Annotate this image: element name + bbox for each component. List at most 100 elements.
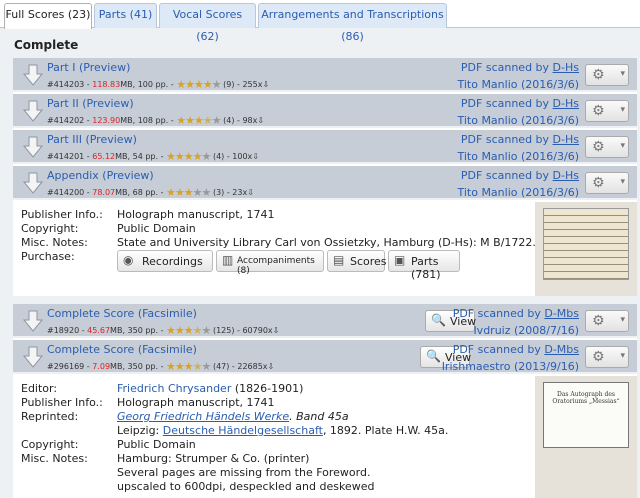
scanner-link[interactable]: D-Hs <box>553 133 579 146</box>
rating-stars[interactable]: ★★★★★ <box>176 78 221 91</box>
file-group-2: Complete Score (Facsimile) #18920 - 45.67… <box>13 304 637 498</box>
scanner-link[interactable]: D-Mbs <box>544 343 579 356</box>
download-count-icon: ⇩ <box>272 326 280 335</box>
file-title-link[interactable]: Part II (Preview) <box>47 97 134 110</box>
scan-info: PDF scanned by D-Hs Tito Manlio (2016/3/6… <box>457 97 579 127</box>
file-options-button[interactable]: ⚙ ▾ <box>585 136 629 158</box>
info-label: Misc. Notes: <box>21 452 88 465</box>
file-meta: #414202 - 123.90MB, 108 pp. - ★★★★★ (4) … <box>47 114 265 127</box>
scanner-link[interactable]: D-Hs <box>553 169 579 182</box>
info-value: Several pages are missing from the Forew… <box>117 466 371 479</box>
download-arrow-icon[interactable] <box>22 100 44 122</box>
chevron-down-icon: ▾ <box>620 177 625 187</box>
reprint-link[interactable]: Georg Friedrich Händels Werke <box>117 410 289 423</box>
file-options-button[interactable]: ⚙ ▾ <box>585 100 629 122</box>
rating-stars[interactable]: ★★★★★ <box>166 360 211 373</box>
file-options-button[interactable]: ⚙ ▾ <box>585 346 629 368</box>
scan-info: PDF scanned by D-Mbs Irishmaestro (2013/9… <box>441 343 579 373</box>
rating-stars[interactable]: ★★★★★ <box>166 186 211 199</box>
info-label: Purchase: <box>21 250 75 263</box>
file-title-link[interactable]: Part III (Preview) <box>47 133 137 146</box>
file-meta: #414201 - 65.12MB, 54 pp. - ★★★★★ (4) - … <box>47 150 259 163</box>
download-arrow-icon[interactable] <box>22 172 44 194</box>
reprint-publisher: Leipzig: Deutsche Händelgesellschaft, 18… <box>117 424 449 437</box>
file-title-link[interactable]: Complete Score (Facsimile) <box>47 343 197 356</box>
file-title-link[interactable]: Complete Score (Facsimile) <box>47 307 197 320</box>
download-arrow-icon[interactable] <box>22 310 44 332</box>
file-options-button[interactable]: ⚙ ▾ <box>585 64 629 86</box>
info-value: State and University Library Carl von Os… <box>117 236 536 249</box>
scanner-link[interactable]: D-Mbs <box>544 307 579 320</box>
gear-icon: ⚙ <box>592 175 605 191</box>
uploader-link[interactable]: Irishmaestro <box>442 360 511 373</box>
uploader-link[interactable]: Tito Manlio <box>457 114 517 127</box>
file-title-link[interactable]: Part I (Preview) <box>47 61 130 74</box>
preview-link[interactable]: (Preview) <box>102 169 153 182</box>
info-value[interactable]: Public Domain <box>117 222 196 235</box>
info-label: Publisher Info.: <box>21 208 103 221</box>
file-row: Appendix (Preview) #414200 - 78.07MB, 68 … <box>13 166 637 200</box>
download-arrow-icon[interactable] <box>22 346 44 368</box>
scan-info: PDF scanned by D-Hs Tito Manlio (2016/3/6… <box>457 61 579 91</box>
preview-link[interactable]: (Preview) <box>79 61 130 74</box>
uploader-link[interactable]: Tito Manlio <box>457 150 517 163</box>
file-options-button[interactable]: ⚙ ▾ <box>585 172 629 194</box>
parts-button[interactable]: ▣ Parts (781) <box>388 250 460 281</box>
gear-icon: ⚙ <box>592 349 605 365</box>
copyright-link[interactable]: Public Domain <box>117 438 196 451</box>
file-meta: #414203 - 118.83MB, 100 pp. - ★★★★★ (9) … <box>47 78 270 91</box>
scanner-link[interactable]: D-Hs <box>553 97 579 110</box>
download-count-icon: ⇩ <box>262 80 270 89</box>
scanner-link[interactable]: D-Hs <box>553 61 579 74</box>
uploader-link[interactable]: Ivdruiz <box>473 324 510 337</box>
file-row: Part II (Preview) #414202 - 123.90MB, 108… <box>13 94 637 128</box>
rating-stars[interactable]: ★★★★★ <box>166 324 211 337</box>
info-value: Hamburg: Strumper & Co. (printer) <box>117 452 310 465</box>
chevron-down-icon: ▾ <box>620 315 625 325</box>
accompaniments-button[interactable]: ▥ Accompaniments (8) <box>216 250 324 276</box>
reprint-value: Georg Friedrich Händels Werke. Band 45a <box>117 410 349 423</box>
uploader-link[interactable]: Tito Manlio <box>457 186 517 199</box>
uploader-link[interactable]: Tito Manlio <box>457 78 517 91</box>
download-count-icon: ⇩ <box>267 362 275 371</box>
file-options-button[interactable]: ⚙ ▾ <box>585 310 629 332</box>
rating-stars[interactable]: ★★★★★ <box>176 114 221 127</box>
tab-vocal-scores[interactable]: Vocal Scores (62) <box>159 3 256 43</box>
tab-arrangements[interactable]: Arrangements and Transcriptions (86) <box>258 3 447 43</box>
scan-info: PDF scanned by D-Hs Tito Manlio (2016/3/6… <box>457 169 579 199</box>
publisher-link[interactable]: Deutsche Händelgesellschaft <box>163 424 323 437</box>
editor-value: Friedrich Chrysander (1826-1901) <box>117 382 304 395</box>
chevron-down-icon: ▾ <box>620 69 625 79</box>
rating-stars[interactable]: ★★★★★ <box>166 150 211 163</box>
download-arrow-icon[interactable] <box>22 64 44 86</box>
editor-link[interactable]: Friedrich Chrysander <box>117 382 231 395</box>
score-thumbnail[interactable]: Das Autograph des Oratoriums „Messias“ <box>535 376 637 498</box>
tab-parts[interactable]: Parts (41) <box>94 3 157 28</box>
gear-icon: ⚙ <box>592 313 605 329</box>
info-label: Copyright: <box>21 438 79 451</box>
preview-link[interactable]: (Preview) <box>82 97 133 110</box>
download-count-icon: ⇩ <box>252 152 259 161</box>
magnifier-icon: 🔍 <box>431 313 446 327</box>
magnifier-icon: 🔍 <box>426 349 441 363</box>
score-tabs: Full Scores (23) Parts (41) Vocal Scores… <box>0 0 640 43</box>
disc-icon: ◉ <box>123 253 134 267</box>
piano-icon: ▥ <box>222 253 234 267</box>
file-title-link[interactable]: Appendix (Preview) <box>47 169 154 182</box>
file-row: Part I (Preview) #414203 - 118.83MB, 100 … <box>13 58 637 92</box>
gear-icon: ⚙ <box>592 103 605 119</box>
download-count-icon: ⇩ <box>257 116 265 125</box>
download-arrow-icon[interactable] <box>22 136 44 158</box>
scan-info: PDF scanned by D-Hs Tito Manlio (2016/3/6… <box>457 133 579 163</box>
info-value: upscaled to 600dpi, despeckled and deske… <box>117 480 375 493</box>
recordings-button[interactable]: ◉ Recordings <box>117 250 213 272</box>
file-info: Editor: Friedrich Chrysander (1826-1901) P… <box>13 376 637 498</box>
section-title: Complete <box>14 38 79 52</box>
tab-full-scores[interactable]: Full Scores (23) <box>4 3 92 29</box>
chevron-down-icon: ▾ <box>620 141 625 151</box>
score-thumbnail[interactable] <box>535 202 637 296</box>
info-value: Holograph manuscript, 1741 <box>117 396 275 409</box>
info-label: Publisher Info.: <box>21 396 103 409</box>
scores-button[interactable]: ▤ Scores <box>327 250 387 272</box>
preview-link[interactable]: (Preview) <box>85 133 136 146</box>
